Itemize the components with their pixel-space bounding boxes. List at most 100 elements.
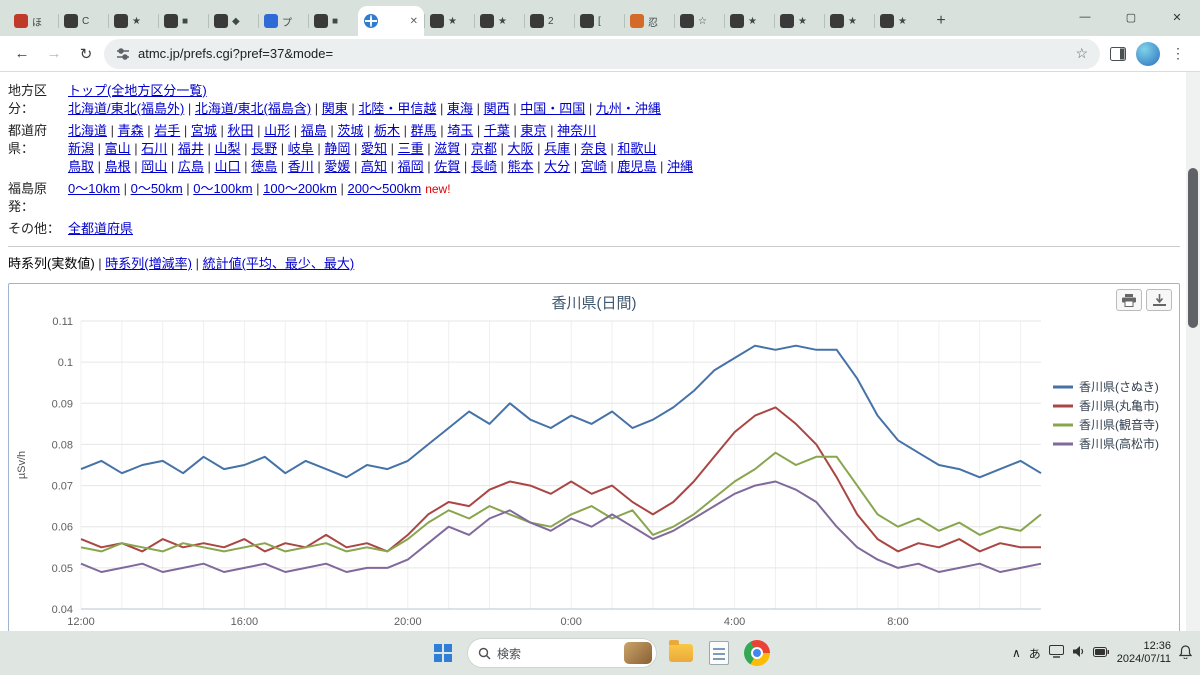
region-link[interactable]: 関東 (322, 101, 348, 116)
region-link[interactable]: 群馬 (411, 123, 437, 138)
file-explorer-icon[interactable] (667, 639, 695, 667)
legend-item[interactable]: 香川県(丸亀市) (1053, 398, 1159, 413)
region-link[interactable]: 岡山 (141, 159, 167, 174)
series-line[interactable] (80, 406, 1041, 553)
region-link[interactable]: 福島 (301, 123, 327, 138)
region-link[interactable]: 九州・沖縄 (596, 101, 661, 116)
region-link[interactable]: 滋賀 (434, 141, 460, 156)
legend-item[interactable]: 香川県(観音寺) (1053, 417, 1159, 432)
region-link[interactable]: 北海道/東北(福島外) (68, 101, 184, 116)
download-chart-button[interactable] (1146, 289, 1172, 311)
region-link[interactable]: 京都 (471, 141, 497, 156)
region-link[interactable]: 0〜100km (193, 181, 252, 196)
region-link[interactable]: 静岡 (324, 141, 350, 156)
display-icon[interactable] (1048, 645, 1064, 661)
region-link[interactable]: 鹿児島 (617, 159, 656, 174)
reload-icon[interactable]: ↻ (72, 40, 100, 68)
taskbar-search-box[interactable]: 検索 (467, 638, 657, 668)
notification-bell-icon[interactable] (1178, 644, 1193, 662)
browser-tab[interactable]: ✕ (358, 6, 424, 36)
region-link[interactable]: 長野 (251, 141, 277, 156)
region-link[interactable]: 宮城 (191, 123, 217, 138)
region-link[interactable]: 200〜500km (347, 181, 421, 196)
region-link[interactable]: 茨城 (337, 123, 363, 138)
tray-expand-caret[interactable]: ∧ (1012, 646, 1021, 660)
tune-icon[interactable] (116, 47, 130, 61)
browser-tab[interactable]: プ (258, 6, 308, 36)
region-link[interactable]: 北海道 (68, 123, 107, 138)
region-link[interactable]: 東海 (447, 101, 473, 116)
print-chart-button[interactable] (1116, 289, 1142, 311)
search-highlight-image[interactable] (624, 642, 652, 664)
new-tab-button[interactable]: + (928, 8, 954, 34)
region-link[interactable]: 北海道/東北(福島含) (195, 101, 311, 116)
region-link[interactable]: 愛媛 (324, 159, 350, 174)
region-link[interactable]: 佐賀 (434, 159, 460, 174)
view-tab-link[interactable]: 統計値(平均、最少、最大) (203, 256, 355, 271)
region-link[interactable]: 沖縄 (667, 159, 693, 174)
browser-tab[interactable]: ★ (824, 6, 874, 36)
region-link[interactable]: 神奈川 (557, 123, 596, 138)
speaker-icon[interactable] (1072, 645, 1085, 661)
region-link[interactable]: 栃木 (374, 123, 400, 138)
region-link[interactable]: 福井 (178, 141, 204, 156)
region-link[interactable]: 関西 (484, 101, 510, 116)
region-link[interactable]: 山口 (215, 159, 241, 174)
browser-tab[interactable]: ■ (158, 6, 208, 36)
region-link[interactable]: 秋田 (228, 123, 254, 138)
series-line[interactable] (80, 344, 1042, 479)
taskbar-clock[interactable]: 12:36 2024/07/11 (1117, 640, 1171, 666)
browser-tab[interactable]: ★ (774, 6, 824, 36)
start-button[interactable] (429, 639, 457, 667)
browser-tab[interactable]: ほ (8, 6, 58, 36)
region-link[interactable]: 中国・四国 (520, 101, 585, 116)
region-link[interactable]: 徳島 (251, 159, 277, 174)
browser-tab[interactable]: ■ (308, 6, 358, 36)
region-link[interactable]: 山形 (264, 123, 290, 138)
region-link[interactable]: 愛知 (361, 141, 387, 156)
region-link[interactable]: 0〜10km (68, 181, 120, 196)
browser-tab[interactable]: [ (574, 6, 624, 36)
region-link[interactable]: 大分 (544, 159, 570, 174)
profile-avatar[interactable] (1136, 41, 1160, 66)
region-link[interactable]: 山梨 (215, 141, 241, 156)
region-link[interactable]: 新潟 (68, 141, 94, 156)
region-link[interactable]: 熊本 (508, 159, 534, 174)
browser-tab[interactable]: ★ (874, 6, 924, 36)
region-link[interactable]: 兵庫 (544, 141, 570, 156)
region-link[interactable]: 全都道府県 (68, 221, 133, 236)
browser-tab[interactable]: ◆ (208, 6, 258, 36)
minimize-button[interactable]: — (1062, 0, 1108, 34)
region-link[interactable]: 広島 (178, 159, 204, 174)
region-link[interactable]: 北陸・甲信越 (358, 101, 436, 116)
region-link[interactable]: 0〜50km (131, 181, 183, 196)
browser-tab[interactable]: 忍 (624, 6, 674, 36)
region-link[interactable]: 和歌山 (617, 141, 656, 156)
browser-tab[interactable]: 2 (524, 6, 574, 36)
time-series-chart[interactable]: 0.04 0.05 0.06 0.07 0.08 0.09 0.1 0.11 12:00 16:0… (9, 313, 1177, 631)
region-link[interactable]: 香川 (288, 159, 314, 174)
browser-tab[interactable]: ★ (474, 6, 524, 36)
region-link[interactable]: 大阪 (508, 141, 534, 156)
region-link[interactable]: 福岡 (398, 159, 424, 174)
scrollbar-thumb[interactable] (1188, 168, 1198, 328)
chrome-icon[interactable] (743, 639, 771, 667)
menu-kebab-icon[interactable]: ⋮ (1164, 40, 1192, 68)
region-link[interactable]: 100〜200km (263, 181, 337, 196)
series-line[interactable] (80, 451, 1042, 553)
legend-item[interactable]: 香川県(さぬき) (1053, 380, 1159, 394)
ime-indicator[interactable]: あ (1029, 645, 1041, 662)
region-link[interactable]: トップ(全地方区分一覧) (68, 83, 207, 98)
battery-icon[interactable] (1092, 646, 1109, 660)
back-icon[interactable]: ← (8, 40, 36, 68)
region-link[interactable]: 鳥取 (68, 159, 94, 174)
browser-tab[interactable]: ★ (724, 6, 774, 36)
tab-close-icon[interactable]: ✕ (410, 16, 418, 27)
region-link[interactable]: 宮崎 (581, 159, 607, 174)
page-scrollbar[interactable] (1186, 72, 1200, 631)
browser-tab[interactable]: ☆ (674, 6, 724, 36)
browser-tab[interactable]: ★ (108, 6, 158, 36)
region-link[interactable]: 三重 (398, 141, 424, 156)
close-button[interactable]: ✕ (1154, 0, 1200, 34)
legend-item[interactable]: 香川県(高松市) (1053, 436, 1159, 451)
